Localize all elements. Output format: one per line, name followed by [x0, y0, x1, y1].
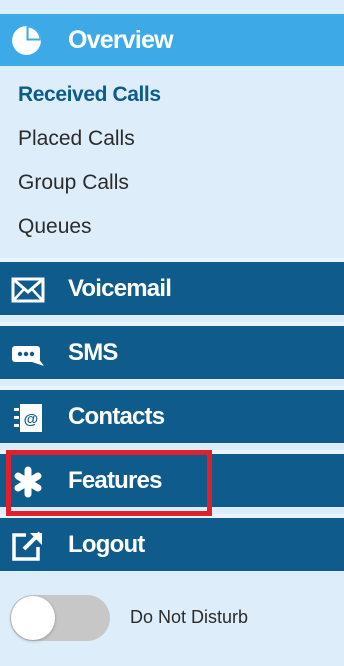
pie-chart-icon [12, 26, 41, 55]
subnav-item-received-calls[interactable]: Received Calls [18, 78, 338, 122]
overview-subnav: Received Calls Placed Calls Group Calls … [18, 78, 338, 254]
nav-item-contacts[interactable]: @ Contacts [0, 386, 344, 443]
sidebar-nav: Overview Received Calls Placed Calls Gro… [0, 0, 344, 666]
envelope-icon [11, 277, 45, 303]
nav-item-label: Voicemail [68, 275, 172, 302]
nav-item-sms[interactable]: SMS [0, 322, 344, 379]
nav-item-logout[interactable]: Logout [0, 514, 344, 571]
nav-item-label: Contacts [68, 403, 165, 430]
toggle-knob [11, 596, 55, 640]
asterisk-icon [14, 466, 42, 498]
subnav-item-group-calls[interactable]: Group Calls [18, 166, 338, 210]
subnav-item-placed-calls[interactable]: Placed Calls [18, 122, 338, 166]
external-link-icon [12, 531, 42, 561]
nav-item-features[interactable]: Features [0, 450, 344, 507]
nav-item-label: Logout [68, 531, 145, 558]
chat-bubble-icon [12, 346, 44, 366]
subnav-item-queues[interactable]: Queues [18, 210, 338, 254]
do-not-disturb-toggle[interactable] [10, 595, 110, 641]
address-book-icon: @ [14, 404, 42, 432]
do-not-disturb-label: Do Not Disturb [130, 607, 249, 627]
nav-item-label: Overview [68, 26, 174, 54]
nav-item-voicemail[interactable]: Voicemail [0, 258, 344, 315]
svg-text:@: @ [24, 411, 39, 428]
nav-item-label: SMS [68, 339, 118, 366]
do-not-disturb-row: Do Not Disturb [10, 595, 340, 641]
nav-item-overview[interactable]: Overview [0, 14, 344, 66]
nav-item-label: Features [68, 467, 162, 494]
